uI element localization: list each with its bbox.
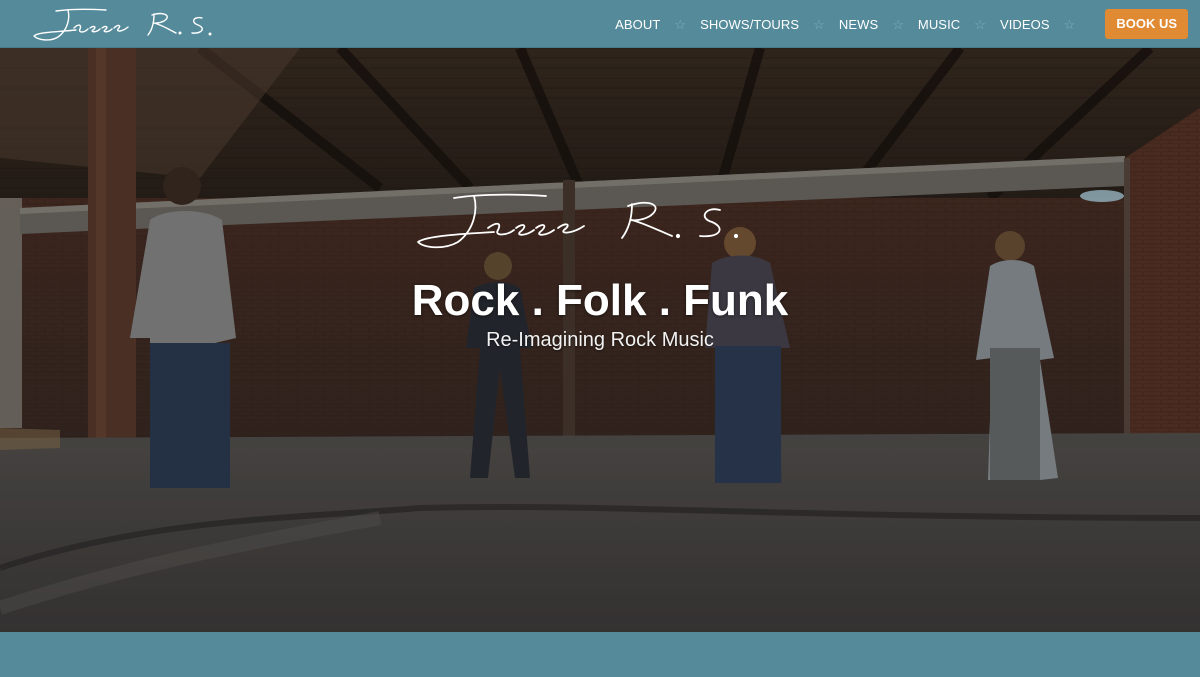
hero-title: Rock . Folk . Funk (411, 276, 789, 325)
main-nav: ABOUT ☆ SHOWS/TOURS ☆ NEWS ☆ MUSIC ☆ VID… (615, 0, 1200, 48)
star-outline-icon: ☆ (813, 16, 825, 32)
nav-music[interactable]: MUSIC (918, 17, 960, 32)
signature-logo-graphic (33, 8, 212, 41)
star-outline-icon: ☆ (892, 16, 904, 32)
site-header: ABOUT ☆ SHOWS/TOURS ☆ NEWS ☆ MUSIC ☆ VID… (0, 0, 1200, 48)
nav-news[interactable]: NEWS (839, 17, 878, 32)
signature-logo-graphic (417, 193, 739, 249)
hero-subtitle: Re-Imagining Rock Music (486, 329, 714, 351)
star-outline-icon: ☆ (674, 16, 687, 32)
book-us-button[interactable]: BOOK US (1105, 9, 1188, 39)
hero-section: Rock . Folk . Funk Re-Imagining Rock Mus… (0, 48, 1200, 632)
brand-logo[interactable] (30, 4, 245, 44)
hero-signature-logo (410, 186, 790, 256)
nav-shows-tours[interactable]: SHOWS/TOURS (700, 17, 799, 32)
star-outline-icon: ☆ (974, 16, 986, 32)
nav-videos[interactable]: VIDEOS (1000, 17, 1050, 32)
section-band (0, 632, 1200, 677)
nav-about[interactable]: ABOUT (615, 17, 660, 32)
star-outline-icon: ☆ (1063, 16, 1076, 32)
